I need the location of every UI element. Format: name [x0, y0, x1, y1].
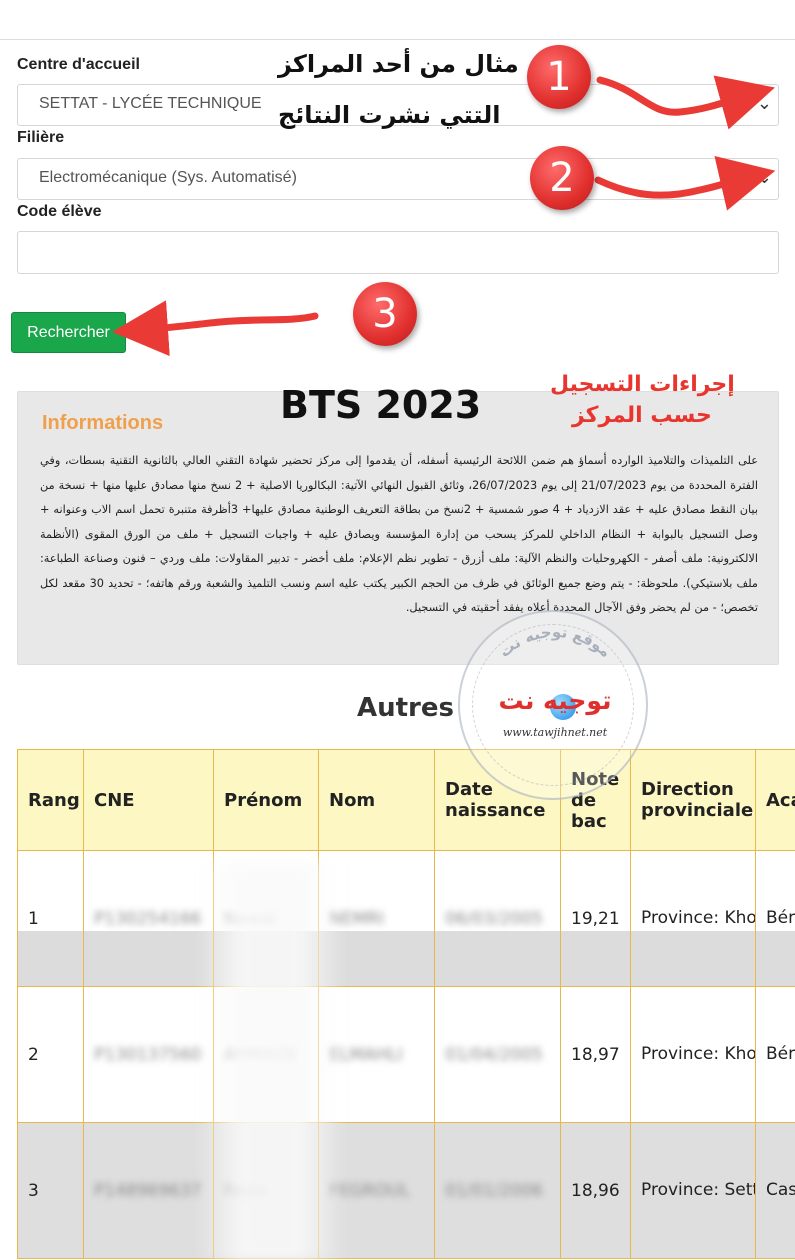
cell-rang: 3 [17, 1122, 84, 1259]
tawjihnet-watermark: موقع توجيه نت توجيه نت www.tawjihnet.net [458, 610, 648, 800]
cell-note: 19,21 [560, 850, 631, 987]
informations-title: Informations [42, 412, 164, 434]
centre-select-value: SETTAT - LYCÉE TECHNIQUE [39, 95, 262, 112]
cell-cne: P130254166 [83, 850, 214, 987]
cell-direction: Province: Settat [630, 1122, 756, 1259]
cell-note: 18,97 [560, 986, 631, 1123]
filiere-select-value: Electromécanique (Sys. Automatisé) [39, 169, 297, 186]
top-divider [0, 39, 795, 40]
watermark-url: www.tawjihnet.net [502, 726, 608, 739]
cell-nom: NEMRI [318, 850, 435, 987]
cell-rang: 2 [17, 986, 84, 1123]
procedures-annotation-line2: حسب المركز [572, 403, 712, 428]
code-label: Code élève [17, 203, 102, 220]
centre-label: Centre d'accueil [17, 56, 140, 73]
cell-note: 18,96 [560, 1122, 631, 1259]
cell-academie: Cas Set [755, 1122, 795, 1259]
bts-title: BTS 2023 [280, 383, 482, 427]
cell-rang: 1 [17, 850, 84, 987]
step-badge-3: 3 [353, 282, 417, 346]
watermark-logo: توجيه نت [498, 686, 612, 715]
cell-cne: P148969637 [83, 1122, 214, 1259]
step-badge-2: 2 [530, 146, 594, 210]
filiere-label: Filière [17, 129, 65, 146]
cell-direction: Province: Khouribga [630, 986, 756, 1123]
cell-academie: Bén Khé [755, 986, 795, 1123]
cell-direction: Province: Khouribga [630, 850, 756, 987]
column-header-prenom: Prénom [213, 749, 319, 851]
cell-nom: ELMAHLI [318, 986, 435, 1123]
column-header-academie: Aca [755, 749, 795, 851]
cell-nom: FEGROUL [318, 1122, 435, 1259]
column-header-rang: Rang [17, 749, 84, 851]
chevron-down-icon: ⌄ [756, 167, 772, 188]
cell-date: 01/04/2005 [434, 986, 561, 1123]
column-header-nom: Nom [318, 749, 435, 851]
cell-prenom: Nawal [213, 850, 319, 987]
step-badge-1: 1 [527, 45, 591, 109]
chevron-down-icon: ⌄ [756, 93, 772, 114]
cell-prenom: AHMADE [213, 986, 319, 1123]
table-header-row: Rang CNE Prénom Nom Date naissance Note … [17, 749, 795, 851]
table-row: 3 P148969637 Reda FEGROUL 01/01/2006 18,… [17, 1122, 795, 1259]
cell-cne: P130137560 [83, 986, 214, 1123]
informations-panel: Informations على التلميذات والتلاميذ الو… [17, 391, 779, 665]
cell-date: 01/01/2006 [434, 1122, 561, 1259]
filiere-select[interactable]: Electromécanique (Sys. Automatisé) ⌄ [17, 158, 779, 200]
informations-text: على التلميذات والتلاميذ الوارده أسماؤ هم… [40, 454, 758, 614]
svg-text:موقع توجيه نت: موقع توجيه نت [496, 623, 615, 661]
arrow-3 [112, 300, 319, 357]
cell-prenom: Reda [213, 1122, 319, 1259]
example-annotation-line1: مثال من أحد المراكز [278, 50, 519, 78]
cell-academie: Bén Khé [755, 850, 795, 987]
cell-date: 06/03/2005 [434, 850, 561, 987]
autres-heading: Autres [357, 693, 454, 723]
example-annotation-line2: التتي نشرت النتائج [278, 101, 501, 129]
column-header-cne: CNE [83, 749, 214, 851]
table-row: 1 P130254166 Nawal NEMRI 06/03/2005 19,2… [17, 850, 795, 987]
table-row: 2 P130137560 AHMADE ELMAHLI 01/04/2005 1… [17, 986, 795, 1123]
procedures-annotation-line1: إجراءات التسجيل [550, 372, 735, 397]
results-table: Rang CNE Prénom Nom Date naissance Note … [17, 749, 795, 1259]
code-eleve-input[interactable] [17, 231, 779, 274]
rechercher-button[interactable]: Rechercher [11, 312, 126, 353]
